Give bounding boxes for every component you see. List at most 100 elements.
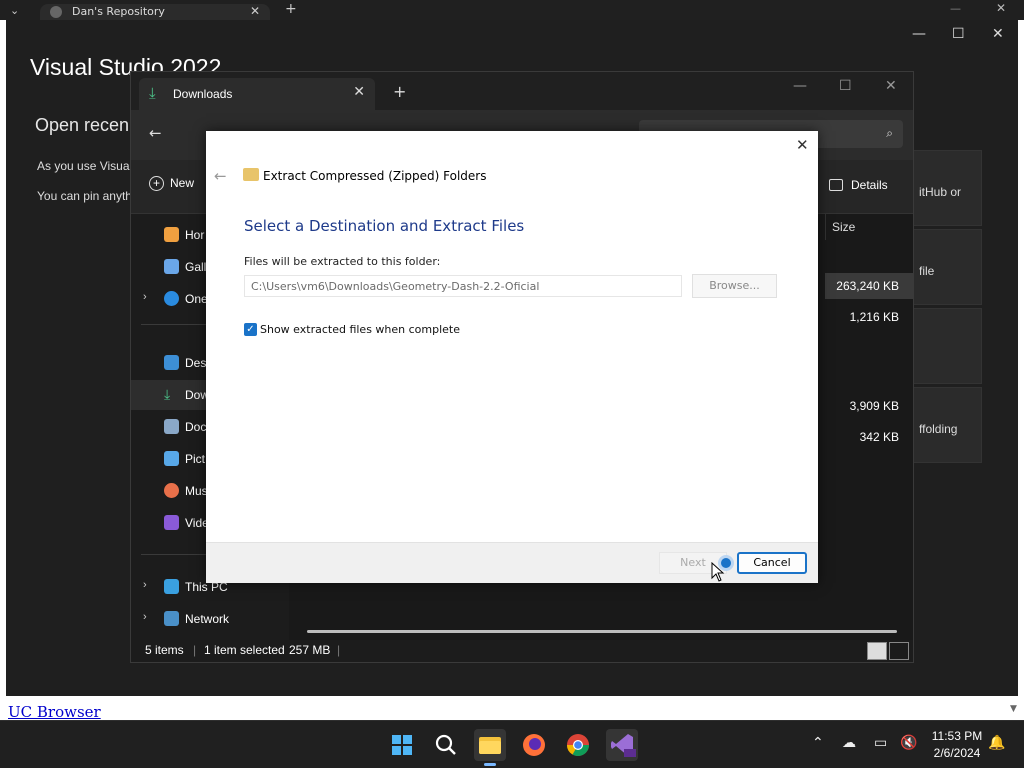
vs-card-label: file: [919, 264, 935, 278]
explorer-tab-bar: ⤓ Downloads ✕ + — ☐ ✕: [131, 72, 913, 110]
mouse-cursor-icon: [711, 562, 725, 582]
computer-icon: [164, 579, 179, 594]
close-icon[interactable]: ✕: [353, 84, 365, 100]
tab-favicon-icon: [50, 6, 62, 18]
vs-card-label: ffolding: [919, 422, 958, 436]
browse-button[interactable]: Browse...: [692, 274, 777, 298]
column-header-size[interactable]: Size: [825, 214, 913, 240]
file-size-cell[interactable]: 263,240 KB: [825, 273, 913, 299]
scroll-down-icon[interactable]: ▼: [1010, 704, 1017, 714]
destination-path-field[interactable]: C:\Users\vm6\Downloads\Geometry-Dash-2.2…: [244, 275, 682, 297]
visual-studio-taskbar-button[interactable]: [606, 729, 638, 761]
minimize-icon[interactable]: —: [912, 26, 926, 42]
explorer-tab-title: Downloads: [173, 87, 233, 101]
chevron-up-icon[interactable]: ⌃: [812, 735, 824, 751]
new-tab-button[interactable]: +: [393, 82, 406, 101]
cloud-icon: [164, 291, 179, 306]
new-button[interactable]: + New: [149, 176, 194, 191]
close-icon[interactable]: ✕: [885, 78, 897, 94]
taskbar-time[interactable]: 11:53 PM: [930, 729, 984, 743]
nav-label: Hor: [185, 228, 205, 242]
details-view-icon[interactable]: [867, 642, 887, 660]
search-button[interactable]: [430, 729, 462, 761]
dialog-title: Extract Compressed (Zipped) Folders: [263, 169, 487, 183]
uc-browser-link[interactable]: UC Browser: [8, 703, 101, 721]
file-size-cell[interactable]: 1,216 KB: [825, 304, 913, 330]
file-size-cell[interactable]: 3,909 KB: [825, 393, 913, 419]
new-button-label: New: [170, 176, 195, 190]
vs-open-file-card[interactable]: file: [910, 229, 982, 305]
notification-bell-icon[interactable]: 🔔: [988, 735, 1005, 751]
close-icon[interactable]: ✕: [250, 4, 260, 18]
tiles-view-icon[interactable]: [889, 642, 909, 660]
status-size: 257 MB: [289, 643, 331, 657]
document-icon: [164, 419, 179, 434]
firefox-icon: [523, 734, 545, 756]
gallery-icon: [164, 259, 179, 274]
search-icon: ⌕: [886, 126, 893, 140]
active-indicator: [484, 763, 496, 766]
visual-studio-icon: [611, 734, 636, 757]
search-icon: [435, 734, 456, 755]
maximize-icon[interactable]: ☐: [952, 26, 965, 42]
desktop-icon: [164, 355, 179, 370]
vs-open-recent-heading: Open recen: [35, 115, 130, 135]
dialog-heading: Select a Destination and Extract Files: [244, 217, 525, 235]
column-header-label: Size: [832, 220, 856, 234]
vs-recent-text: As you use Visual: [37, 159, 133, 173]
nav-item-network[interactable]: › Network: [131, 606, 289, 632]
windows-logo-icon: [392, 735, 412, 755]
cloud-offline-icon[interactable]: ☁: [842, 735, 856, 751]
file-size-cell[interactable]: 342 KB: [825, 424, 913, 450]
download-icon: ⤓: [164, 386, 171, 402]
vs-card-label: itHub or: [919, 185, 962, 199]
back-arrow-icon[interactable]: ←: [149, 124, 162, 142]
details-button[interactable]: Details: [829, 178, 888, 192]
vs-pin-text: You can pin anyth: [37, 189, 132, 203]
chevron-down-icon[interactable]: ⌄: [10, 4, 19, 17]
close-icon[interactable]: ✕: [992, 26, 1004, 42]
horizontal-scrollbar[interactable]: [307, 630, 897, 633]
pictures-icon: [164, 451, 179, 466]
extract-dialog: ✕ ← Extract Compressed (Zipped) Folders …: [206, 131, 818, 583]
file-explorer-taskbar-button[interactable]: [474, 729, 506, 766]
minimize-icon[interactable]: —: [950, 2, 961, 15]
cancel-button[interactable]: Cancel: [737, 552, 807, 574]
chevron-right-icon[interactable]: ›: [143, 611, 147, 623]
new-tab-button[interactable]: +: [285, 1, 297, 17]
status-selected: 1 item selected: [204, 643, 285, 657]
nav-label: Mus: [185, 484, 208, 498]
minimize-icon[interactable]: —: [793, 78, 807, 94]
videos-icon: [164, 515, 179, 530]
taskbar-date[interactable]: 2/6/2024: [930, 746, 984, 760]
nav-label: Pict: [185, 452, 206, 466]
dialog-footer: Next Cancel: [206, 542, 818, 583]
browser-tab-strip: ⌄ Dan's Repository ✕ + — ✕: [0, 0, 1024, 20]
chrome-icon: [567, 734, 589, 756]
network-icon[interactable]: ▭: [874, 735, 887, 751]
browser-tab-title: Dan's Repository: [72, 5, 165, 18]
close-icon[interactable]: ✕: [796, 136, 809, 154]
chrome-taskbar-button[interactable]: [562, 729, 594, 761]
browser-tab[interactable]: Dan's Repository ✕: [40, 4, 270, 20]
explorer-tab-downloads[interactable]: ⤓ Downloads ✕: [139, 78, 375, 110]
nav-label: Network: [185, 612, 230, 626]
nav-label: Gall: [185, 260, 207, 274]
music-icon: [164, 483, 179, 498]
nav-label: One: [185, 292, 208, 306]
status-item-count: 5 items: [145, 643, 184, 657]
firefox-taskbar-button[interactable]: [518, 729, 550, 761]
status-bar: 5 items | 1 item selected 257 MB |: [131, 640, 913, 662]
back-arrow-icon[interactable]: ←: [214, 167, 227, 185]
vs-folder-card[interactable]: [910, 308, 982, 384]
start-button[interactable]: [386, 729, 418, 761]
maximize-icon[interactable]: ☐: [839, 78, 852, 94]
destination-label: Files will be extracted to this folder:: [244, 255, 441, 268]
chevron-right-icon[interactable]: ›: [143, 291, 147, 303]
speaker-muted-icon[interactable]: 🔇: [900, 735, 917, 751]
chevron-right-icon[interactable]: ›: [143, 579, 147, 591]
show-files-checkbox[interactable]: ✓: [244, 323, 257, 336]
close-icon[interactable]: ✕: [996, 1, 1006, 15]
vs-clone-card[interactable]: itHub or: [910, 150, 982, 226]
vs-new-project-card[interactable]: ffolding: [910, 387, 982, 463]
